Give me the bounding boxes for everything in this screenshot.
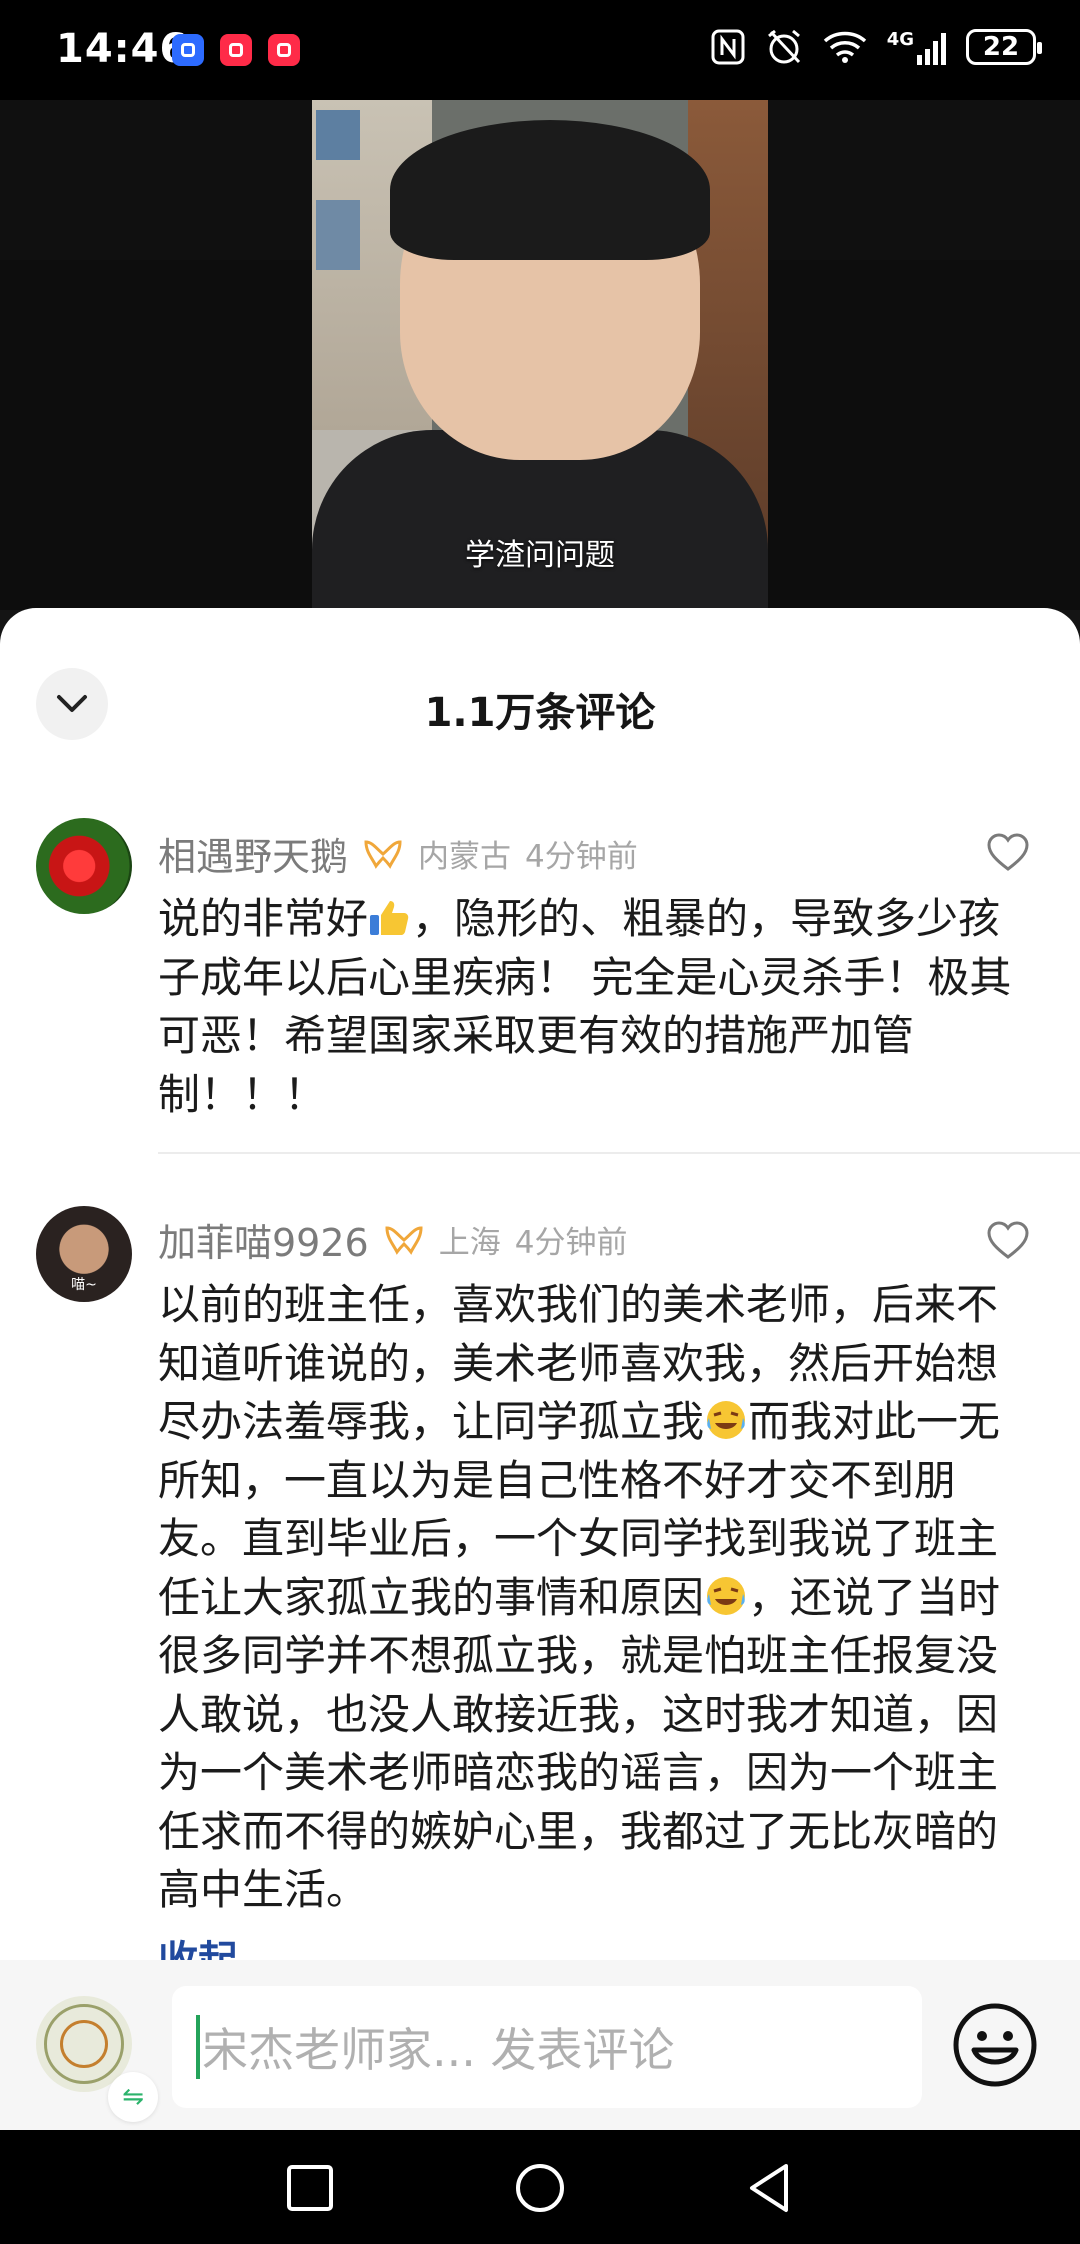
badge-icon — [385, 1225, 423, 1255]
nfc-icon — [711, 29, 745, 65]
comments-sheet: 1.1万条评论 相遇野天鹅 内蒙古 4分钟前 说的非常好 ，隐形的、粗暴的，导致多… — [0, 608, 1080, 1972]
comment-input[interactable]: 宋杰老师家... 发表评论 — [172, 1986, 922, 2108]
back-icon[interactable] — [740, 2158, 800, 2218]
comment-input-placeholder: 宋杰老师家... 发表评论 — [202, 2023, 675, 2077]
avatar[interactable]: 喵~ — [36, 1206, 132, 1302]
badge-icon — [364, 839, 402, 869]
comments-title: 1.1万条评论 — [424, 690, 656, 736]
navigation-bar — [0, 2130, 1080, 2244]
notification-icons — [172, 34, 300, 66]
video-player[interactable]: 学渣问问题 — [0, 100, 1080, 610]
comment-time: 4分钟前 — [514, 1225, 628, 1261]
comment-text: 说的非常好 ，隐形的、粗暴的，导致多少孩子成年以后心里疾病！ 完全是心灵杀手！极其… — [158, 890, 1038, 1124]
wifi-icon — [823, 31, 866, 63]
alarm-off-icon — [767, 29, 800, 64]
switch-account-icon[interactable]: ⇋ — [108, 2072, 158, 2122]
comment-divider — [158, 1152, 1080, 1154]
comment-text-part: 说的非常好 — [158, 894, 369, 943]
comment-location: 内蒙古 — [418, 839, 512, 875]
network-type: 4G — [886, 29, 914, 50]
avatar[interactable] — [36, 818, 132, 914]
comment-location: 上海 — [438, 1225, 501, 1261]
app-notification-icon — [172, 34, 204, 66]
like-heart-icon[interactable] — [986, 1220, 1030, 1260]
app-notification-icon — [268, 34, 300, 66]
comment-input-bar: ⇋ 宋杰老师家... 发表评论 — [0, 1960, 1080, 2130]
comment-time: 4分钟前 — [525, 839, 638, 875]
status-time: 14:46 — [56, 26, 189, 72]
comment-username[interactable]: 相遇野天鹅 — [158, 826, 348, 881]
comment-text: 以前的班主任，喜欢我们的美术老师，后来不知道听谁说的，美术老师喜欢我，然后开始想… — [158, 1276, 1038, 1920]
comments-header: 1.1万条评论 — [0, 608, 1080, 798]
video-subtitle: 学渣问问题 — [465, 538, 615, 573]
recents-icon[interactable] — [280, 2158, 340, 2218]
home-icon[interactable] — [510, 2158, 570, 2218]
signal-icon: 4G — [887, 29, 946, 65]
screen: 14:46 4G 22 学渣问问题 1.1万条评论 相遇野天鹅 内蒙古 4分钟前… — [0, 0, 1080, 2244]
laugh-cry-emoji-icon — [707, 1401, 746, 1439]
comment-meta: 相遇野天鹅 内蒙古 4分钟前 — [158, 826, 638, 881]
emoji-picker-icon[interactable] — [950, 2000, 1040, 2090]
battery-level: 22 — [982, 32, 1020, 62]
comment-text-part: ，还说了当时很多同学并不想孤立我，就是怕班主任报复没人敢说，也没人敢接近我，这时… — [158, 1572, 1001, 1915]
thumbs-up-emoji-icon — [370, 901, 409, 935]
battery-icon: 22 — [966, 29, 1042, 65]
laugh-cry-emoji-icon — [707, 1576, 746, 1615]
app-notification-icon — [220, 34, 252, 66]
like-heart-icon[interactable] — [986, 832, 1030, 872]
status-bar: 14:46 4G 22 — [0, 0, 1080, 100]
comment-username[interactable]: 加菲喵9926 — [158, 1212, 369, 1267]
status-right-icons: 4G 22 — [711, 28, 1042, 66]
text-caret — [196, 2015, 200, 2079]
avatar-tag: 喵~ — [71, 1277, 97, 1293]
comment-meta: 加菲喵9926 上海 4分钟前 — [158, 1212, 627, 1267]
